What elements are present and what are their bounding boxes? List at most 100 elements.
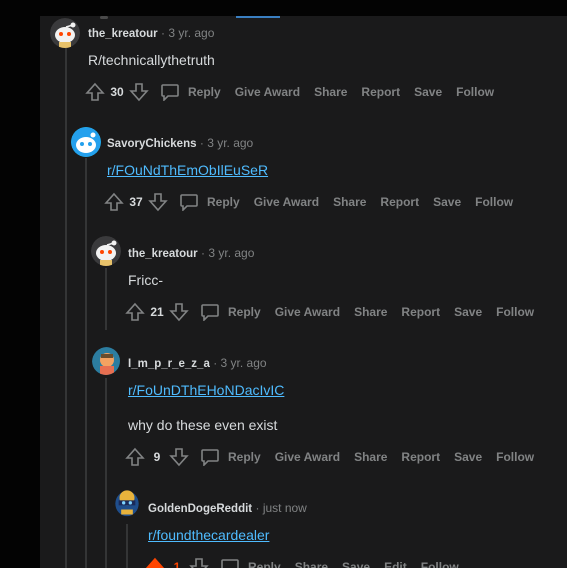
report-button[interactable]: Report bbox=[361, 85, 400, 99]
comment-icon bbox=[201, 449, 219, 466]
comment-body: r/FOuNdThEmObIlEuSeR bbox=[107, 162, 268, 178]
reply-button[interactable]: Reply bbox=[160, 83, 221, 101]
reply-label: Reply bbox=[248, 560, 281, 568]
subreddit-link[interactable]: r/FOuNdThEmObIlEuSeR bbox=[107, 162, 268, 178]
downvote-button[interactable] bbox=[168, 446, 190, 468]
downvote-button[interactable] bbox=[147, 191, 169, 213]
reply-label: Reply bbox=[207, 195, 240, 209]
thread-line[interactable] bbox=[85, 158, 87, 568]
reply-button[interactable]: Reply bbox=[220, 558, 281, 568]
comment-body-paragraph: why do these even exist bbox=[128, 417, 278, 433]
username[interactable]: SavoryChickens bbox=[107, 138, 197, 150]
username[interactable]: the_kreatour bbox=[88, 28, 158, 40]
user-avatar[interactable] bbox=[71, 127, 101, 157]
user-avatar[interactable] bbox=[50, 18, 80, 48]
share-button[interactable]: Share bbox=[354, 305, 387, 319]
timestamp[interactable]: 3 yr. ago bbox=[168, 26, 214, 40]
follow-button[interactable]: Follow bbox=[496, 450, 534, 464]
thread-line[interactable] bbox=[126, 524, 128, 568]
save-button[interactable]: Save bbox=[342, 560, 370, 568]
give-award-button[interactable]: Give Award bbox=[275, 305, 340, 319]
subreddit-link[interactable]: r/foundthecardealer bbox=[148, 527, 269, 543]
username[interactable]: the_kreatour bbox=[128, 248, 198, 260]
downvote-button[interactable] bbox=[168, 301, 190, 323]
user-avatar[interactable] bbox=[112, 487, 144, 523]
more-options-button[interactable]: … bbox=[473, 560, 485, 568]
username[interactable]: I_m_p_r_e_z_a bbox=[128, 358, 210, 370]
follow-button[interactable]: Follow bbox=[496, 305, 534, 319]
thread-line[interactable] bbox=[65, 48, 67, 568]
comment-body: r/FoUnDThEHoNDacIvIC bbox=[128, 382, 284, 398]
save-button[interactable]: Save bbox=[433, 195, 461, 209]
top-fragment-link[interactable] bbox=[236, 16, 280, 18]
report-button[interactable]: Report bbox=[380, 195, 419, 209]
comment-meta: the_kreatour · 3 yr. ago bbox=[88, 26, 214, 40]
timestamp[interactable]: 3 yr. ago bbox=[221, 356, 267, 370]
comment-meta: the_kreatour · 3 yr. ago bbox=[128, 246, 254, 260]
give-award-button[interactable]: Give Award bbox=[254, 195, 319, 209]
reply-label: Reply bbox=[188, 85, 221, 99]
vote-score: 30 bbox=[110, 85, 124, 99]
separator: · bbox=[213, 356, 218, 370]
reply-label: Reply bbox=[228, 450, 261, 464]
user-avatar[interactable] bbox=[92, 347, 120, 375]
comment-meta: GoldenDogeReddit · just now bbox=[148, 501, 307, 515]
reply-label: Reply bbox=[228, 305, 261, 319]
save-button[interactable]: Save bbox=[454, 450, 482, 464]
comment-thread-panel: the_kreatour · 3 yr. ago R/technicallyth… bbox=[40, 16, 567, 568]
save-button[interactable]: Save bbox=[414, 85, 442, 99]
upvote-button[interactable] bbox=[84, 81, 106, 103]
follow-button[interactable]: Follow bbox=[421, 560, 459, 568]
user-avatar[interactable] bbox=[91, 236, 121, 266]
thread-line[interactable] bbox=[105, 378, 107, 568]
report-button[interactable]: Report bbox=[401, 450, 440, 464]
comment-meta: I_m_p_r_e_z_a · 3 yr. ago bbox=[128, 356, 267, 370]
upvote-button[interactable] bbox=[124, 446, 146, 468]
comment-actions: 37 Reply Give Award Share Report Save Fo… bbox=[103, 190, 513, 214]
comment-meta: SavoryChickens · 3 yr. ago bbox=[107, 136, 253, 150]
timestamp[interactable]: 3 yr. ago bbox=[208, 246, 254, 260]
downvote-button[interactable] bbox=[128, 81, 150, 103]
downvote-button[interactable] bbox=[188, 556, 210, 568]
comment-actions: 1 Reply Share Save Edit Follow … bbox=[144, 555, 485, 568]
share-button[interactable]: Share bbox=[314, 85, 347, 99]
comment-icon bbox=[180, 194, 198, 211]
give-award-button[interactable]: Give Award bbox=[275, 450, 340, 464]
reply-button[interactable]: Reply bbox=[200, 303, 261, 321]
share-button[interactable]: Share bbox=[333, 195, 366, 209]
upvote-button[interactable] bbox=[103, 191, 125, 213]
separator: · bbox=[161, 26, 166, 40]
comment-actions: 21 Reply Give Award Share Report Save Fo… bbox=[124, 300, 534, 324]
edit-button[interactable]: Edit bbox=[384, 560, 407, 568]
upvote-button[interactable] bbox=[124, 301, 146, 323]
comment-body: r/foundthecardealer bbox=[148, 527, 269, 543]
comment-icon bbox=[221, 559, 239, 568]
separator: · bbox=[199, 136, 204, 150]
timestamp[interactable]: just now bbox=[263, 501, 307, 515]
reply-button[interactable]: Reply bbox=[200, 448, 261, 466]
upvote-button[interactable] bbox=[144, 556, 166, 568]
subreddit-link[interactable]: r/FoUnDThEHoNDacIvIC bbox=[128, 382, 284, 398]
separator: · bbox=[255, 501, 260, 515]
comment-actions: 30 Reply Give Award Share Report Save Fo… bbox=[84, 80, 494, 104]
follow-button[interactable]: Follow bbox=[456, 85, 494, 99]
save-button[interactable]: Save bbox=[454, 305, 482, 319]
thread-line[interactable] bbox=[105, 268, 107, 330]
vote-score: 1 bbox=[173, 560, 181, 568]
follow-button[interactable]: Follow bbox=[475, 195, 513, 209]
report-button[interactable]: Report bbox=[401, 305, 440, 319]
vote-score: 37 bbox=[129, 195, 143, 209]
separator: · bbox=[201, 246, 206, 260]
comment-icon bbox=[161, 84, 179, 101]
comment-icon bbox=[201, 304, 219, 321]
comment-actions: 9 Reply Give Award Share Report Save Fol… bbox=[124, 445, 534, 469]
share-button[interactable]: Share bbox=[354, 450, 387, 464]
comment-body: Fricc- bbox=[128, 272, 163, 288]
comment-body: R/technicallythetruth bbox=[88, 52, 215, 68]
top-fragment bbox=[100, 16, 108, 19]
share-button[interactable]: Share bbox=[295, 560, 328, 568]
reply-button[interactable]: Reply bbox=[179, 193, 240, 211]
give-award-button[interactable]: Give Award bbox=[235, 85, 300, 99]
username[interactable]: GoldenDogeReddit bbox=[148, 503, 252, 515]
timestamp[interactable]: 3 yr. ago bbox=[207, 136, 253, 150]
